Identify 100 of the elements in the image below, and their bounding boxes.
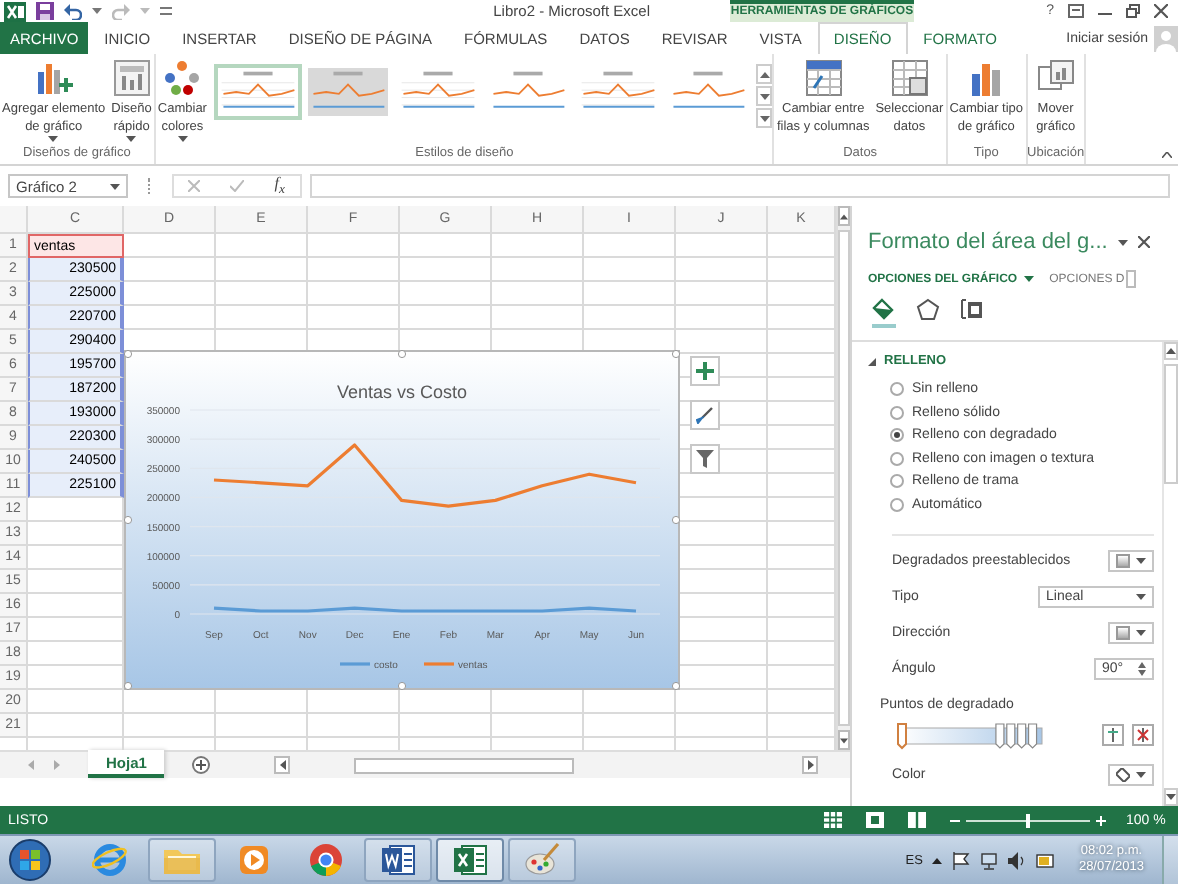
scroll-up-button[interactable] <box>838 206 850 226</box>
excel-icon[interactable] <box>436 838 504 882</box>
fill-bucket-icon[interactable] <box>872 298 896 328</box>
save-icon[interactable] <box>36 2 54 20</box>
caret-icon <box>759 93 770 99</box>
color-picker-button[interactable] <box>1108 763 1154 785</box>
caret-icon <box>177 136 188 142</box>
brush-icon <box>696 406 714 424</box>
close-icon[interactable] <box>1154 4 1168 18</box>
resize-handle[interactable] <box>671 515 680 525</box>
pane-title: Formato del área del g... <box>868 230 1108 254</box>
caret-icon <box>1023 276 1034 282</box>
gradient-stop-handle[interactable] <box>897 722 907 749</box>
show-hidden-icons-button[interactable] <box>932 857 943 863</box>
restore-icon[interactable] <box>1126 4 1140 18</box>
arrow-left-icon <box>279 760 285 770</box>
caret-icon <box>840 737 848 743</box>
legend-line <box>424 662 454 666</box>
scroll-down-button[interactable] <box>1164 788 1178 806</box>
close-icon[interactable] <box>1137 236 1150 248</box>
add-stop-icon[interactable] <box>1102 724 1124 746</box>
battery-icon[interactable] <box>1036 853 1057 867</box>
dropdown-button[interactable] <box>1108 621 1154 643</box>
gallery-down-button[interactable] <box>756 86 773 106</box>
filter-icon <box>696 450 714 468</box>
chart-area[interactable] <box>124 350 680 690</box>
resize-handle[interactable] <box>124 681 133 690</box>
gradient-stop-handle[interactable] <box>1017 722 1027 748</box>
resize-handle[interactable] <box>397 681 407 690</box>
scrollbar-thumb[interactable] <box>354 757 574 773</box>
expand-icon[interactable] <box>868 357 876 365</box>
gradient-stop-handle[interactable] <box>1006 722 1016 748</box>
zoom-out-icon[interactable] <box>950 815 960 825</box>
normal-view-icon[interactable] <box>824 812 842 828</box>
table-icon <box>891 60 928 96</box>
caret-icon <box>1117 239 1128 245</box>
resize-handle[interactable] <box>124 515 133 525</box>
move-chart-icon <box>1037 60 1074 96</box>
scroll-right-button[interactable] <box>802 756 818 774</box>
remove-stop-icon[interactable] <box>1132 724 1154 746</box>
gradient-stop-handle[interactable] <box>995 722 1005 748</box>
dropdown-button[interactable] <box>1108 549 1154 571</box>
formula-input[interactable] <box>310 174 1170 198</box>
resize-handle[interactable] <box>397 350 407 359</box>
ribbon-display-icon[interactable] <box>1068 4 1084 18</box>
caret-icon <box>1166 794 1176 800</box>
caret-icon <box>48 136 59 142</box>
page-break-icon[interactable] <box>908 812 926 828</box>
caret-icon <box>759 115 770 121</box>
caret-icon <box>110 183 120 189</box>
plus-icon <box>696 362 714 380</box>
start-button[interactable] <box>8 838 52 882</box>
chart-style-thumbnail[interactable] <box>304 64 393 120</box>
caret-icon <box>1136 771 1146 777</box>
scrollbar-thumb[interactable] <box>838 230 850 726</box>
caret-icon <box>92 8 102 14</box>
resize-handle[interactable] <box>124 350 133 359</box>
caret-icon <box>1136 593 1146 599</box>
scroll-up-button[interactable] <box>1164 342 1178 360</box>
paint-bucket-icon <box>1116 767 1130 781</box>
scroll-left-button[interactable] <box>274 756 290 774</box>
caret-icon <box>1136 629 1146 635</box>
volume-icon[interactable] <box>1008 851 1027 869</box>
gradient-stop-handle[interactable] <box>1027 722 1038 748</box>
brush-button[interactable] <box>690 400 720 430</box>
spin-arrows-icon[interactable] <box>1138 661 1146 675</box>
chart-style-thumbnail[interactable] <box>214 64 303 120</box>
flag-icon[interactable] <box>952 851 971 869</box>
caret-icon <box>1136 557 1146 563</box>
resize-handle[interactable] <box>671 350 680 359</box>
new-sheet-icon[interactable] <box>192 756 211 774</box>
bar-chart-plus-icon <box>33 60 74 96</box>
resize-handle[interactable] <box>671 681 680 690</box>
collapse-ribbon-icon[interactable] <box>1156 152 1178 164</box>
color-dots-icon <box>164 60 201 96</box>
filter-button[interactable] <box>690 444 720 474</box>
page-layout-icon[interactable] <box>866 812 884 828</box>
legend-line <box>340 662 370 666</box>
insert-function-button[interactable]: f$_{x}$ <box>274 174 285 198</box>
gallery-more-button[interactable] <box>756 108 773 128</box>
layout-icon <box>113 60 150 96</box>
scrollbar-thumb[interactable] <box>1164 364 1178 484</box>
arrow-right-icon <box>807 760 813 770</box>
gradient-bar[interactable] <box>892 721 1048 749</box>
network-icon[interactable] <box>980 851 999 869</box>
add-chart-element-button[interactable] <box>690 356 720 386</box>
customize-toolbar-icon[interactable] <box>160 6 172 16</box>
chart-title: Ventas vs Costo <box>336 382 468 402</box>
avatar-icon <box>1154 25 1178 51</box>
undo-icon[interactable] <box>64 3 82 19</box>
bar-chart-icon <box>968 60 1005 96</box>
gallery-up-button[interactable] <box>756 64 773 84</box>
caret-icon <box>126 136 137 142</box>
excel-logo-icon <box>4 1 26 21</box>
caret-up-icon <box>759 71 770 77</box>
caret-up-icon <box>840 213 848 219</box>
scroll-down-button[interactable] <box>838 730 850 750</box>
word-icon[interactable] <box>364 838 432 882</box>
zoom-in-icon[interactable] <box>1096 815 1106 825</box>
caret-icon <box>140 8 150 14</box>
